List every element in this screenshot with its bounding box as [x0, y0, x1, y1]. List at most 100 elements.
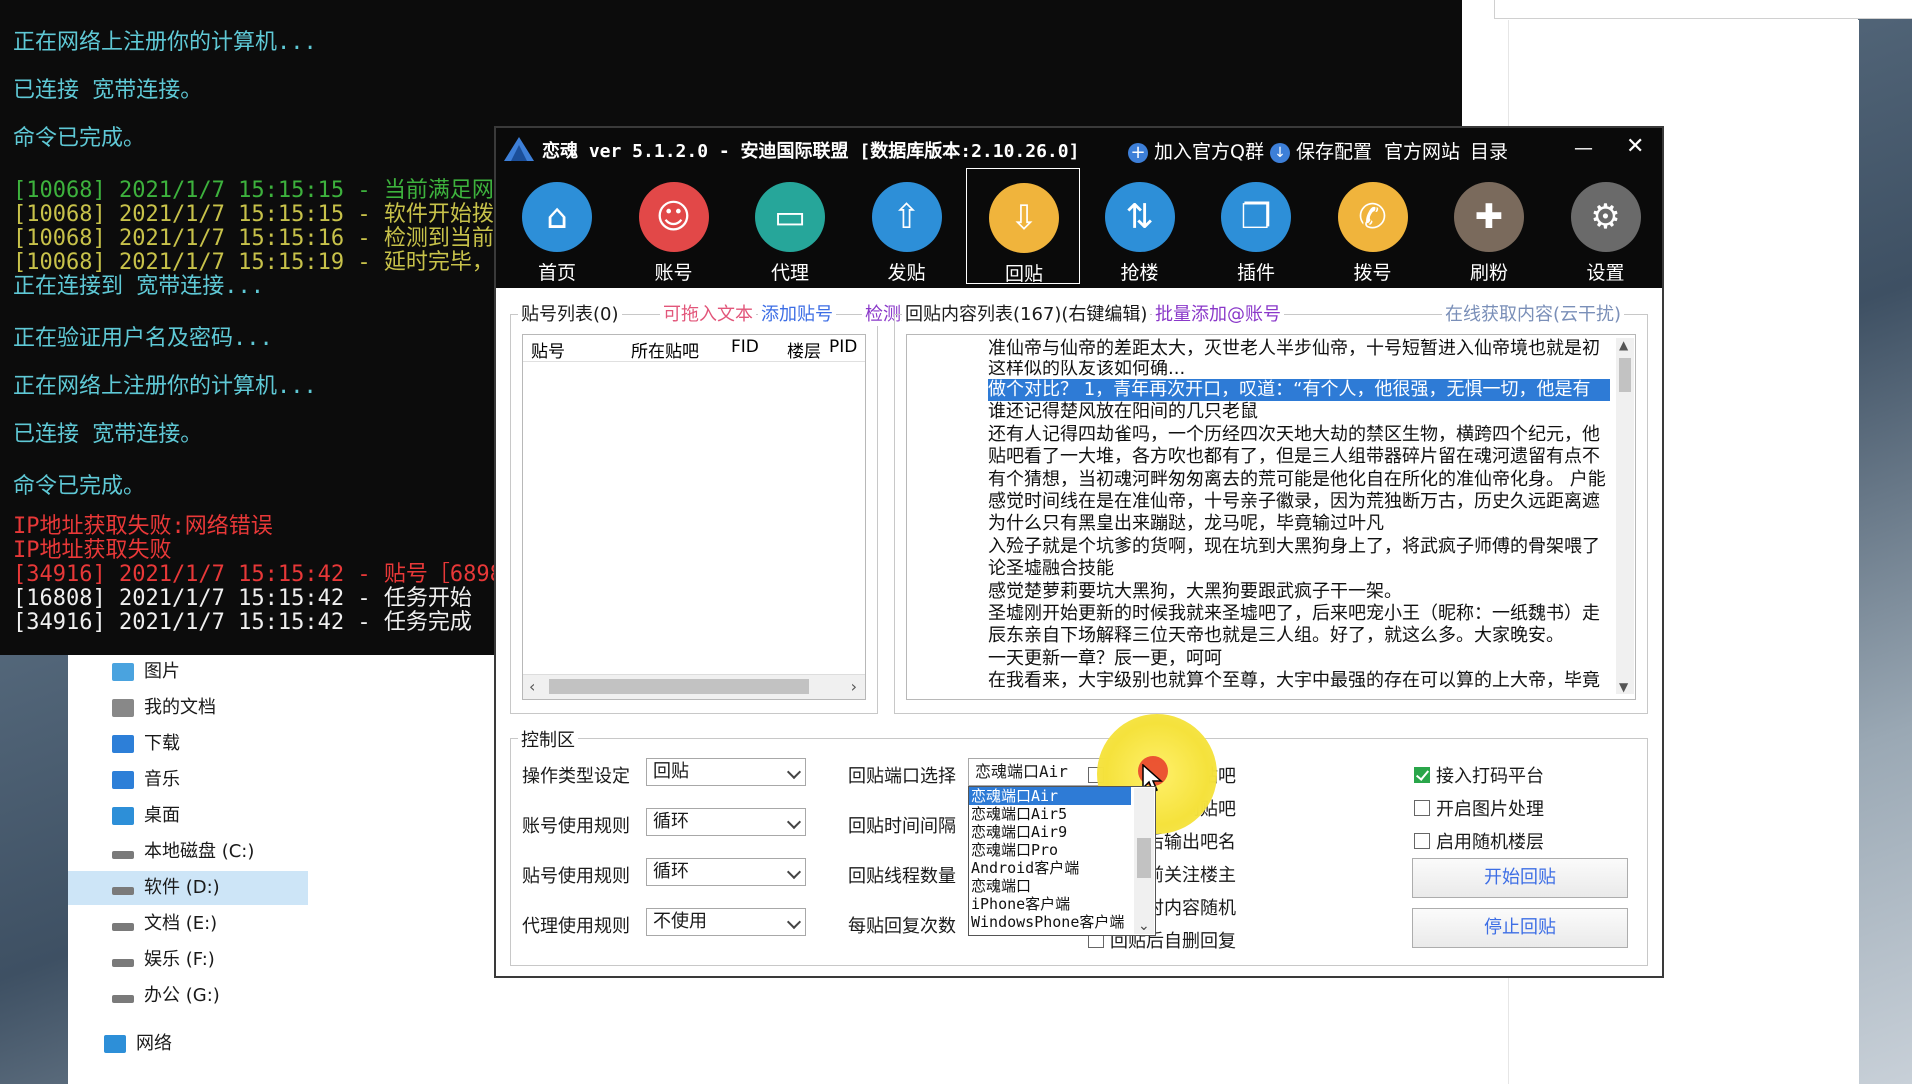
checkbox-option[interactable]: 启用随机楼层	[1414, 828, 1544, 854]
dropdown-option[interactable]: 恋魂端口Air	[969, 787, 1131, 805]
toolbar-button-10[interactable]: ⚙ 设置	[1549, 168, 1663, 284]
nav-item[interactable]: 下载	[112, 727, 180, 761]
bulk-add-link[interactable]: 批量添加@账号	[1152, 300, 1284, 326]
content-line[interactable]: 一天更新一章？辰一更，呵呵	[988, 648, 1610, 670]
scroll-up-icon[interactable]: ▲	[1619, 338, 1628, 352]
nav-item[interactable]: 我的文档	[112, 691, 216, 725]
content-line[interactable]: 做个对比？ 1，青年再次开口，叹道：“有个人，他很强，无惧一切，他是有	[988, 378, 1610, 402]
nav-item[interactable]: 音乐	[112, 763, 180, 797]
content-line[interactable]: 这样似的队友该如何确...	[988, 360, 1610, 379]
toolbar-button-1[interactable]: ⌂ 首页	[500, 168, 614, 284]
nav-item[interactable]: 文档 (E:)	[112, 907, 217, 941]
dropdown-option[interactable]: Android客户端	[969, 859, 1131, 877]
toolbar-button-5[interactable]: ⇩ 回贴	[966, 168, 1080, 285]
minimize-button[interactable]: —	[1574, 137, 1593, 159]
close-button[interactable]: ✕	[1626, 134, 1644, 159]
add-account-link[interactable]: 添加贴号	[758, 300, 836, 326]
dropdown-scrollbar[interactable]: ⌄	[1134, 788, 1154, 934]
upload-icon: ⇧	[871, 182, 942, 252]
qq-group-link[interactable]: + 加入官方Q群	[1128, 137, 1264, 164]
desktop-icon	[112, 807, 134, 825]
checkbox-option[interactable]: 接入打码平台	[1414, 762, 1544, 788]
content-list[interactable]: 准仙帝与仙帝的差距太大，灭世老人半步仙帝，十号短暂进入仙帝境也就是初 这样似的队友…	[988, 338, 1610, 702]
app-logo-icon	[504, 137, 534, 161]
chevron-down-icon[interactable]: ⌄	[1138, 918, 1150, 934]
content-line[interactable]: 贴吧看了一大堆，各方吹也都有了，但是三人组带器碎片留在魂河遗留有点不	[988, 446, 1610, 468]
content-line[interactable]: 有个猜想，当初魂河畔匆匆离去的荒可能是他化自在所化的准仙帝化身。 户能	[988, 469, 1610, 491]
copy-icon: ❐	[1221, 182, 1291, 252]
column-header[interactable]: 楼层	[787, 337, 821, 362]
nav-item-label: 办公 (G:)	[144, 985, 220, 1006]
scroll-right-icon[interactable]: ›	[851, 677, 857, 696]
home-icon: ⌂	[522, 182, 592, 252]
website-link[interactable]: 官方网站	[1384, 137, 1460, 164]
content-line[interactable]: 还有人记得四劫雀吗，一个历经四次天地大劫的禁区生物，横跨四个纪元，他	[988, 424, 1610, 446]
content-line[interactable]: 入殓子就是个坑爹的货啊，现在坑到大黑狗身上了，将武疯子师傅的骨架喂了	[988, 536, 1610, 558]
search-input[interactable]	[1494, 0, 1912, 19]
transfer-icon: ⇅	[1104, 182, 1175, 252]
toolbar-button-7[interactable]: ❐ 插件	[1199, 168, 1313, 284]
toolbar-label: 账号	[654, 262, 693, 284]
drive-icon	[112, 959, 134, 967]
dropdown-option[interactable]: 恋魂端口	[969, 877, 1131, 895]
proxy-rule-select[interactable]: 不使用	[646, 908, 806, 936]
checkbox-option[interactable]: 开启图片处理	[1414, 795, 1544, 821]
console-line: 命令已完成。	[13, 474, 146, 499]
toolbar-button-6[interactable]: ⇅ 抢楼	[1083, 168, 1197, 284]
content-line[interactable]: 论圣墟融合技能	[988, 558, 1610, 580]
content-line[interactable]: 为什么只有黑皇出来蹦跶，龙马呢，毕竟输过叶凡	[988, 513, 1610, 535]
dropdown-scroll-thumb[interactable]	[1137, 838, 1151, 878]
toolbar-label: 发贴	[887, 262, 926, 284]
toolbar-button-3[interactable]: ▭ 代理	[733, 168, 847, 284]
dropdown-option[interactable]: 恋魂端口Air9	[969, 823, 1131, 841]
horizontal-scrollbar[interactable]: ‹ ›	[523, 674, 865, 699]
content-line[interactable]: 辰东亲自下场解释三位天帝也就是三人组。好了，就这么多。大家晚安。	[988, 625, 1610, 647]
toolbar-button-4[interactable]: ⇧ 发贴	[850, 168, 964, 284]
nav-item[interactable]: 娱乐 (F:)	[112, 943, 215, 977]
scroll-left-icon[interactable]: ‹	[529, 677, 535, 696]
op-type-select[interactable]: 回贴	[646, 758, 806, 786]
column-header[interactable]: PID	[829, 337, 857, 357]
nav-item[interactable]: 网络	[104, 1027, 172, 1061]
save-config-link[interactable]: ↓ 保存配置	[1270, 137, 1372, 164]
nav-item[interactable]: 本地磁盘 (C:)	[112, 835, 254, 869]
column-header[interactable]: 贴号	[531, 337, 565, 362]
dropdown-option[interactable]: iPhone客户端	[969, 895, 1131, 913]
content-line[interactable]: 在我看来，大宇级别也就算个至尊，大宇中最强的存在可以算的上大帝，毕竟	[988, 670, 1610, 692]
toolbar-label: 首页	[537, 262, 576, 284]
catalog-link[interactable]: 目录	[1470, 137, 1508, 164]
toolbar-button-9[interactable]: ✚ 刷粉	[1432, 168, 1546, 284]
drag-text-link[interactable]: 可拖入文本	[660, 300, 756, 326]
dropdown-option[interactable]: 恋魂端口Air5	[969, 805, 1131, 823]
start-reply-button[interactable]: 开始回贴	[1412, 858, 1628, 898]
nav-item[interactable]: 软件 (D:)	[68, 871, 308, 905]
column-header[interactable]: 所在贴吧	[631, 337, 699, 362]
port-dropdown-list[interactable]: 恋魂端口Air 恋魂端口Air5 恋魂端口Air9 恋魂端口Pro Android客户端…	[968, 786, 1156, 936]
column-header[interactable]: FID	[731, 337, 759, 357]
content-line[interactable]: 准仙帝与仙帝的差距太大，灭世老人半步仙帝，十号短暂进入仙帝境也就是初	[988, 338, 1610, 360]
scroll-thumb[interactable]	[549, 679, 809, 694]
dropdown-option[interactable]: 恋魂端口Pro	[969, 841, 1131, 859]
nav-item[interactable]: 办公 (G:)	[112, 979, 220, 1013]
vertical-scroll-thumb[interactable]	[1619, 358, 1631, 392]
nav-item[interactable]: 图片	[112, 655, 180, 689]
content-line[interactable]: 感觉时间线在是在准仙帝，十号亲子徽录，因为荒独断万古，历史久远距离遮	[988, 491, 1610, 513]
account-table[interactable]: 贴号 所在贴吧 FID 楼层 PID ‹ ›	[522, 334, 866, 700]
scroll-down-icon[interactable]: ▼	[1619, 680, 1628, 694]
account-rule-select[interactable]: 循环	[646, 808, 806, 836]
vertical-scrollbar[interactable]: ▲ ▼	[1616, 338, 1634, 694]
post-rule-select[interactable]: 循环	[646, 858, 806, 886]
nav-item-label: 音乐	[144, 769, 180, 790]
content-line[interactable]: 感觉楚萝莉要坑大黑狗，大黑狗要跟武疯子干一架。	[988, 581, 1610, 603]
stop-reply-button[interactable]: 停止回贴	[1412, 908, 1628, 948]
toolbar-button-2[interactable]: ☺ 账号	[617, 168, 731, 284]
online-fetch-link[interactable]: 在线获取内容(云干扰)	[1442, 300, 1625, 326]
toolbar-button-8[interactable]: ✆ 拨号	[1316, 168, 1430, 284]
dropdown-option[interactable]: WindowsPhone客户端	[969, 913, 1131, 931]
nav-item[interactable]: 桌面	[112, 799, 180, 833]
content-line[interactable]: 谁还记得楚风放在阳间的几只老鼠	[988, 401, 1610, 423]
content-line[interactable]: 圣墟刚开始更新的时候我就来圣墟吧了，后来吧宠小王（昵称：一纸魏书）走	[988, 603, 1610, 625]
drive-icon	[112, 923, 134, 931]
op-type-label: 操作类型设定	[522, 766, 630, 787]
per-post-label: 每贴回复次数	[848, 916, 956, 937]
